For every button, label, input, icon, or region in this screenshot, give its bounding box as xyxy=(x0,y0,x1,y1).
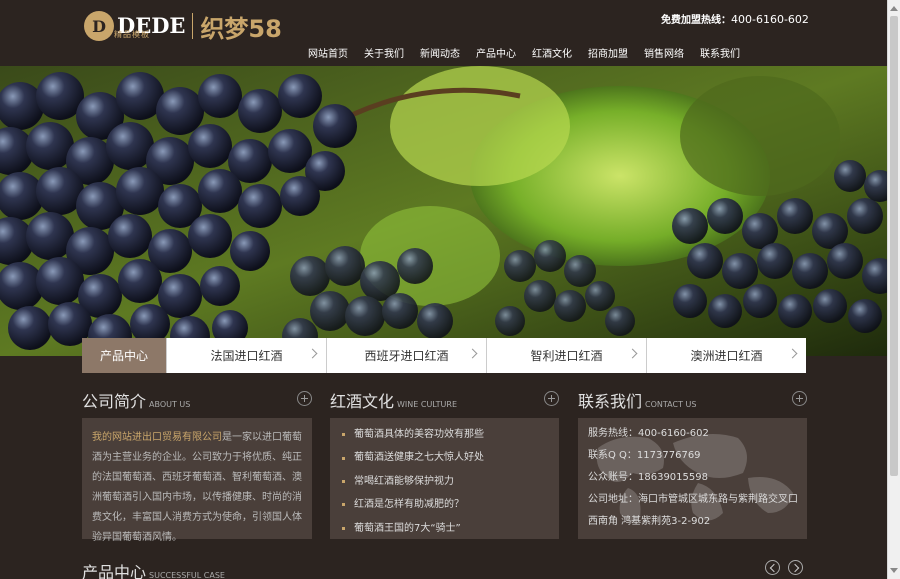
category-chile[interactable]: 智利进口红酒 xyxy=(486,338,646,373)
category-label: 澳洲进口红酒 xyxy=(690,349,763,363)
category-spain[interactable]: 西班牙进口红酒 xyxy=(326,338,486,373)
chevron-right-icon xyxy=(307,348,318,359)
list-item[interactable]: 红酒是怎样有助减肥的？ xyxy=(342,493,547,516)
about-section: 公司简介 ABOUT US 我的网站进出口贸易有限公司是一家以进口葡萄酒为主营业务… xyxy=(82,388,312,543)
contact-address: 公司地址：海口市管城区城东路与紫荆路交叉口 xyxy=(588,494,798,505)
chevron-right-icon xyxy=(627,348,638,359)
about-subtitle: ABOUT US xyxy=(149,400,191,409)
nav-about[interactable]: 关于我们 xyxy=(356,45,412,60)
contact-title: 联系我们 xyxy=(578,392,643,411)
logo-brand-text: 织梦58 xyxy=(200,14,282,43)
list-item[interactable]: 葡萄酒具体的美容功效有那些 xyxy=(342,423,547,446)
bullet-icon xyxy=(342,480,345,484)
category-label: 法国进口红酒 xyxy=(210,349,283,363)
list-item[interactable]: 常喝红酒能够保护视力 xyxy=(342,470,547,493)
category-bar: 产品中心 法国进口红酒 西班牙进口红酒 智利进口红酒 澳洲进口红酒 xyxy=(82,338,807,373)
company-name[interactable]: 我的网站进出口贸易有限公司 xyxy=(92,432,222,443)
grape-vineyard-image xyxy=(0,66,888,356)
bullet-icon xyxy=(342,503,345,507)
culture-header: 红酒文化 WINE CULTURE xyxy=(330,388,559,413)
category-australia[interactable]: 澳洲进口红酒 xyxy=(646,338,806,373)
bullet-icon xyxy=(342,456,345,460)
site-logo[interactable]: D DEDE 精品模板 织梦58 xyxy=(84,9,282,43)
logo-emblem: D xyxy=(84,11,114,41)
chevron-right-icon xyxy=(787,348,798,359)
culture-subtitle: WINE CULTURE xyxy=(397,400,458,409)
list-item-label: 常喝红酒能够保护视力 xyxy=(354,475,454,487)
vertical-scrollbar[interactable] xyxy=(887,0,900,579)
list-item-label: 红酒是怎样有助减肥的？ xyxy=(354,499,464,511)
culture-title: 红酒文化 xyxy=(330,392,395,411)
nav-contact[interactable]: 联系我们 xyxy=(692,45,748,60)
nav-franchise[interactable]: 招商加盟 xyxy=(580,45,636,60)
header-hotline: 免费加盟热线：400-6160-602 xyxy=(661,11,809,26)
bullet-icon xyxy=(342,526,345,530)
about-description: 是一家以进口葡萄酒为主营业务的企业。公司致力于将优质、纯正的法国葡萄酒、西班牙葡… xyxy=(92,432,302,543)
contact-hotline: 服务热线：400-6160-602 xyxy=(588,428,709,439)
contact-address-line2: 西南角 鸿基紫荆苑3-2-902 xyxy=(588,516,711,527)
prev-arrow-icon[interactable] xyxy=(765,560,780,575)
contact-header: 联系我们 CONTACT US xyxy=(578,388,807,413)
list-item-label: 葡萄酒王国的7大“骑士” xyxy=(354,522,461,534)
site-header: D DEDE 精品模板 织梦58 免费加盟热线：400-6160-602 网站首… xyxy=(0,0,888,66)
list-item[interactable]: 葡萄酒王国的7大“骑士” xyxy=(342,517,547,540)
list-item-label: 葡萄酒送健康之七大惊人好处 xyxy=(354,452,484,464)
hero-banner[interactable] xyxy=(0,66,888,356)
nav-wine-culture[interactable]: 红酒文化 xyxy=(524,45,580,60)
contact-info: 服务热线：400-6160-602 联系Q Q：1173776769 公众账号：… xyxy=(578,418,807,539)
about-text: 我的网站进出口贸易有限公司是一家以进口葡萄酒为主营业务的企业。公司致力于将优质、… xyxy=(82,418,312,543)
contact-public-account: 公众账号：18639015598 xyxy=(588,472,708,483)
list-item-label: 葡萄酒具体的美容功效有那些 xyxy=(354,429,484,440)
category-label: 西班牙进口红酒 xyxy=(364,349,449,363)
chevron-right-icon xyxy=(467,348,478,359)
contact-section: 联系我们 CONTACT US 服务热线：400-6160-602 联系Q Q：1… xyxy=(578,388,807,539)
plus-icon[interactable] xyxy=(544,391,559,406)
bullet-icon xyxy=(342,433,345,437)
products-subtitle: SUCCESSFUL CASE xyxy=(149,571,225,579)
nav-home[interactable]: 网站首页 xyxy=(300,45,356,60)
plus-icon[interactable] xyxy=(792,391,807,406)
logo-divider xyxy=(192,13,194,39)
category-france[interactable]: 法国进口红酒 xyxy=(166,338,326,373)
contact-qq: 联系Q Q：1173776769 xyxy=(588,450,701,461)
about-header: 公司简介 ABOUT US xyxy=(82,388,312,413)
about-title: 公司简介 xyxy=(82,392,147,411)
next-arrow-icon[interactable] xyxy=(788,560,803,575)
products-section-header: 产品中心 SUCCESSFUL CASE xyxy=(82,559,807,579)
culture-list: 葡萄酒具体的美容功效有那些 葡萄酒送健康之七大惊人好处 常喝红酒能够保护视力 红… xyxy=(330,418,559,539)
plus-icon[interactable] xyxy=(297,391,312,406)
culture-section: 红酒文化 WINE CULTURE 葡萄酒具体的美容功效有那些 葡萄酒送健康之七大… xyxy=(330,388,559,539)
category-bar-title: 产品中心 xyxy=(82,338,166,373)
contact-subtitle: CONTACT US xyxy=(645,400,697,409)
nav-products[interactable]: 产品中心 xyxy=(468,45,524,60)
scroll-up-icon[interactable] xyxy=(890,6,898,11)
hotline-number: 400-6160-602 xyxy=(731,13,809,26)
list-item[interactable]: 葡萄酒送健康之七大惊人好处 xyxy=(342,446,547,469)
scrollbar-thumb[interactable] xyxy=(890,16,898,476)
nav-sales-network[interactable]: 销售网络 xyxy=(636,45,692,60)
page: D DEDE 精品模板 织梦58 免费加盟热线：400-6160-602 网站首… xyxy=(0,0,888,579)
nav-news[interactable]: 新闻动态 xyxy=(412,45,468,60)
hotline-label: 免费加盟热线： xyxy=(661,15,731,26)
logo-tagline: 精品模板 xyxy=(114,30,150,39)
main-nav: 网站首页 关于我们 新闻动态 产品中心 红酒文化 招商加盟 销售网络 联系我们 xyxy=(300,45,748,60)
products-title: 产品中心 xyxy=(82,563,147,579)
category-label: 智利进口红酒 xyxy=(530,349,603,363)
scroll-down-icon[interactable] xyxy=(890,568,898,573)
